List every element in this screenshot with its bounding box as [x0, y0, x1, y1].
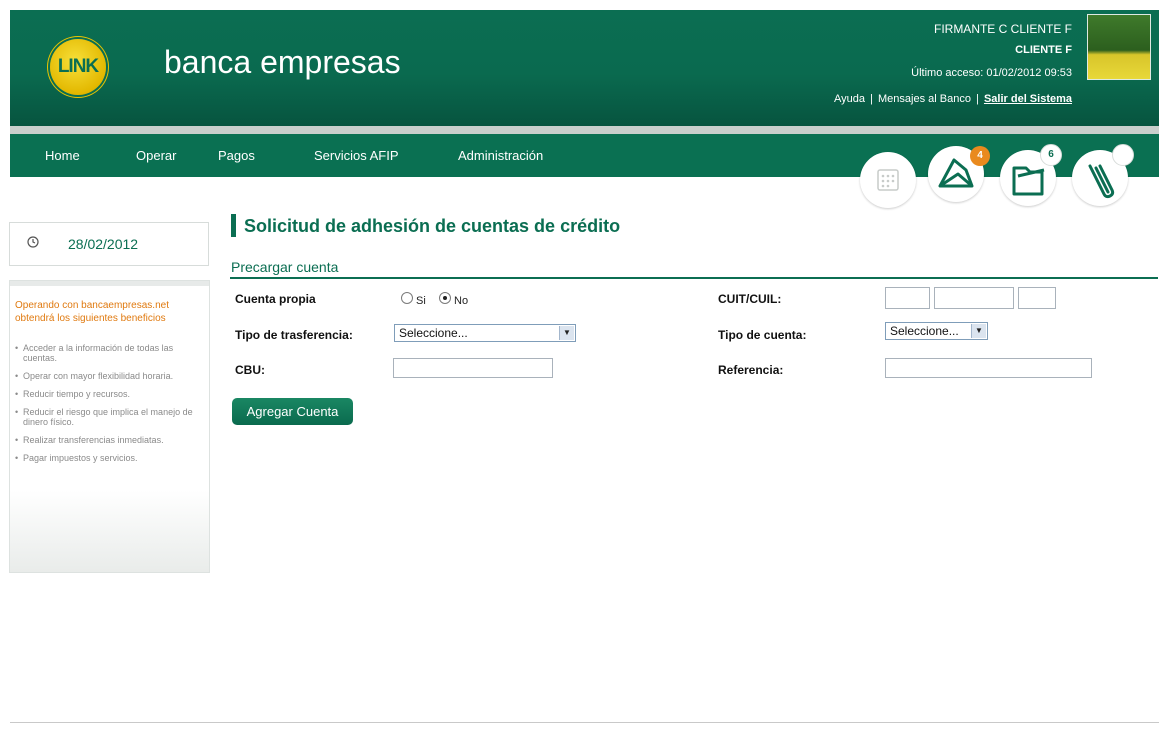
messages-link[interactable]: Mensajes al Banco: [878, 93, 971, 105]
tipo-transferencia-label: Tipo de trasferencia:: [235, 328, 353, 342]
cuenta-propia-label: Cuenta propia: [235, 292, 316, 306]
nav-servicios-afip[interactable]: Servicios AFIP: [314, 148, 399, 163]
user-photo: [1087, 14, 1151, 80]
last-access: Último acceso: 01/02/2012 09:53: [911, 67, 1072, 79]
panel-topbar: [10, 281, 209, 286]
benefit-item: Pagar impuestos y servicios.: [15, 453, 205, 463]
clock-icon: [27, 236, 39, 248]
separator: |: [976, 93, 979, 105]
radio-no-label: No: [454, 295, 469, 307]
add-account-button[interactable]: Agregar Cuenta: [232, 398, 353, 425]
brand-title: banca empresas: [164, 44, 401, 80]
benefit-item: Reducir tiempo y recursos.: [15, 389, 205, 399]
page-title: Solicitud de adhesión de cuentas de créd…: [244, 216, 621, 236]
nav-administracion[interactable]: Administración: [458, 148, 543, 163]
header: LINK banca empresas FIRMANTE C CLIENTE F…: [10, 10, 1159, 126]
dropdown-arrow-icon: ▼: [971, 324, 986, 338]
referencia-input[interactable]: [885, 358, 1092, 378]
benefits-panel: Operando con bancaempresas.net obtendrá …: [9, 280, 210, 573]
tipo-transferencia-select[interactable]: Seleccione... ▼: [394, 324, 576, 342]
cbu-label: CBU:: [235, 363, 265, 377]
header-divider: [10, 126, 1159, 134]
current-date: 28/02/2012: [68, 236, 139, 252]
benefits-title: Operando con bancaempresas.net obtendrá …: [15, 300, 169, 324]
radio-si-label: Si: [416, 295, 426, 307]
benefit-item: Reducir el riesgo que implica el manejo …: [15, 407, 205, 427]
tipo-transferencia-value: Seleccione...: [399, 326, 468, 340]
benefit-item: Operar con mayor flexibilidad horaria.: [15, 371, 205, 381]
user-name: FIRMANTE C CLIENTE F: [933, 22, 1072, 36]
cuit-label: CUIT/CUIL:: [718, 292, 782, 306]
tipo-cuenta-value: Seleccione...: [890, 324, 959, 338]
documents-badge: 6: [1040, 144, 1062, 166]
calendar-button[interactable]: [860, 152, 916, 208]
logo-text: LINK: [57, 56, 99, 77]
logout-link[interactable]: Salir del Sistema: [984, 93, 1072, 105]
link-logo[interactable]: LINK: [50, 39, 106, 95]
cuit-number-input[interactable]: [934, 287, 1014, 309]
referencia-label: Referencia:: [718, 363, 784, 377]
benefits-list: Acceder a la información de todas las cu…: [15, 343, 205, 471]
radio-si[interactable]: [401, 292, 413, 304]
title-accent: [231, 214, 236, 237]
cbu-input[interactable]: [393, 358, 553, 378]
header-links: Ayuda | Mensajes al Banco | Salir del Si…: [834, 93, 1072, 105]
radio-no[interactable]: [439, 292, 451, 304]
benefit-item: Acceder a la información de todas las cu…: [15, 343, 205, 363]
section-subtitle: Precargar cuenta: [231, 259, 339, 275]
nav-home[interactable]: Home: [45, 148, 80, 163]
calendar-icon: [877, 169, 899, 191]
cuit-prefix-input[interactable]: [885, 287, 930, 309]
nav-shortcuts: 4 6: [860, 138, 1160, 208]
client-name: CLIENTE F: [1015, 44, 1072, 56]
section-divider: [230, 277, 1158, 279]
nav-pagos[interactable]: Pagos: [218, 148, 255, 163]
messages-badge: 4: [970, 146, 990, 166]
attachments-badge: [1112, 144, 1134, 166]
cuit-check-input[interactable]: [1018, 287, 1056, 309]
help-link[interactable]: Ayuda: [834, 93, 865, 105]
dropdown-arrow-icon: ▼: [559, 326, 574, 340]
tipo-cuenta-label: Tipo de cuenta:: [718, 328, 807, 342]
separator: |: [870, 93, 873, 105]
footer-divider: [10, 722, 1159, 723]
date-box: 28/02/2012: [9, 222, 209, 266]
tipo-cuenta-select[interactable]: Seleccione... ▼: [885, 322, 988, 340]
nav-operar[interactable]: Operar: [136, 148, 176, 163]
benefit-item: Realizar transferencias inmediatas.: [15, 435, 205, 445]
